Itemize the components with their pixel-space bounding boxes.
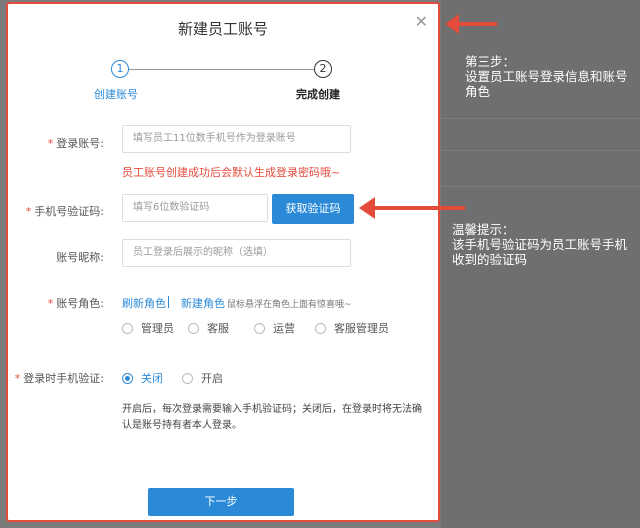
arrow-left-icon (445, 14, 497, 34)
tip-note: 温馨提示： 该手机号验证码为员工账号手机收到的验证码 (452, 222, 637, 267)
step-1-indicator: 1 (111, 60, 129, 78)
modal-title: 新建员工账号 (177, 20, 268, 38)
login-verify-description: 开启后，每次登录需要输入手机验证码；关闭后，在登录时将无法确认是账号持有者本人登… (122, 404, 422, 431)
role-option-label: 运营 (273, 322, 295, 335)
role-option-service-admin[interactable]: 客服管理员 (315, 320, 389, 336)
phone-code-input[interactable]: 填写6位数验证码 (122, 194, 268, 222)
role-option-label: 客服 (207, 322, 229, 335)
step-2-indicator: 2 (314, 60, 332, 78)
login-verify-label: * 登录时手机验证: (15, 370, 104, 386)
role-label-text: 账号角色: (56, 297, 104, 310)
radio-icon (122, 322, 133, 334)
login-account-label: * 登录账号: (48, 135, 104, 151)
radio-icon (188, 322, 199, 334)
radio-checked-icon (122, 372, 133, 384)
phone-code-label-text: 手机号验证码: (34, 205, 104, 218)
required-mark: * (25, 205, 32, 218)
role-option-operations[interactable]: 运营 (254, 320, 295, 336)
note-text: 第三步： 设置员工账号登录信息和账号角色 (465, 54, 628, 99)
required-mark: * (47, 137, 54, 150)
new-role-link[interactable]: 新建角色 (181, 295, 225, 311)
nickname-input[interactable]: 员工登录后展示的昵称（选填） (122, 239, 351, 267)
refresh-role-link[interactable]: 刷新角色 (122, 295, 166, 311)
role-option-admin[interactable]: 管理员 (122, 320, 174, 336)
get-code-button[interactable]: 获取验证码 (272, 194, 354, 224)
step-connector (129, 69, 314, 70)
radio-icon (182, 372, 193, 384)
backdrop-line (441, 150, 640, 151)
arrow-left-icon (359, 197, 465, 219)
nickname-label: 账号昵称: (56, 251, 104, 264)
link-divider (168, 296, 169, 308)
login-verify-off-radio[interactable]: 关闭 (122, 370, 163, 386)
backdrop-line (441, 186, 640, 187)
login-verify-on-radio[interactable]: 开启 (182, 370, 223, 386)
login-verify-label-text: 登录时手机验证: (23, 372, 104, 385)
next-step-button[interactable]: 下一步 (148, 488, 294, 516)
role-option-label: 管理员 (141, 322, 174, 335)
role-label: * 账号角色: (48, 295, 104, 311)
backdrop-line (441, 118, 640, 119)
role-tip: 鼠标悬浮在角色上面有惊喜哦~ (227, 300, 352, 310)
close-icon[interactable]: ✕ (415, 14, 428, 30)
phone-code-label: * 手机号验证码: (26, 203, 104, 219)
required-mark: * (14, 372, 21, 385)
radio-icon (254, 322, 265, 334)
step-1-label: 创建账号 (94, 88, 138, 101)
login-verify-off-label: 关闭 (141, 372, 163, 385)
role-option-service[interactable]: 客服 (188, 320, 229, 336)
note-text: 温馨提示： 该手机号验证码为员工账号手机收到的验证码 (452, 222, 628, 267)
login-verify-on-label: 开启 (201, 372, 223, 385)
password-hint: 员工账号创建成功后会默认生成登录密码哦~ (122, 166, 341, 179)
step-2-label: 完成创建 (296, 88, 340, 101)
role-option-label: 客服管理员 (334, 322, 389, 335)
step-three-note: 第三步： 设置员工账号登录信息和账号角色 (465, 54, 635, 99)
login-account-label-text: 登录账号: (56, 137, 104, 150)
login-account-input[interactable]: 填写员工11位数手机号作为登录账号 (122, 125, 351, 153)
radio-icon (315, 322, 326, 334)
required-mark: * (47, 297, 54, 310)
new-employee-modal: 新建员工账号 ✕ 1 2 创建账号 完成创建 * 登录账号: 填写员工11位数手机… (6, 2, 440, 522)
